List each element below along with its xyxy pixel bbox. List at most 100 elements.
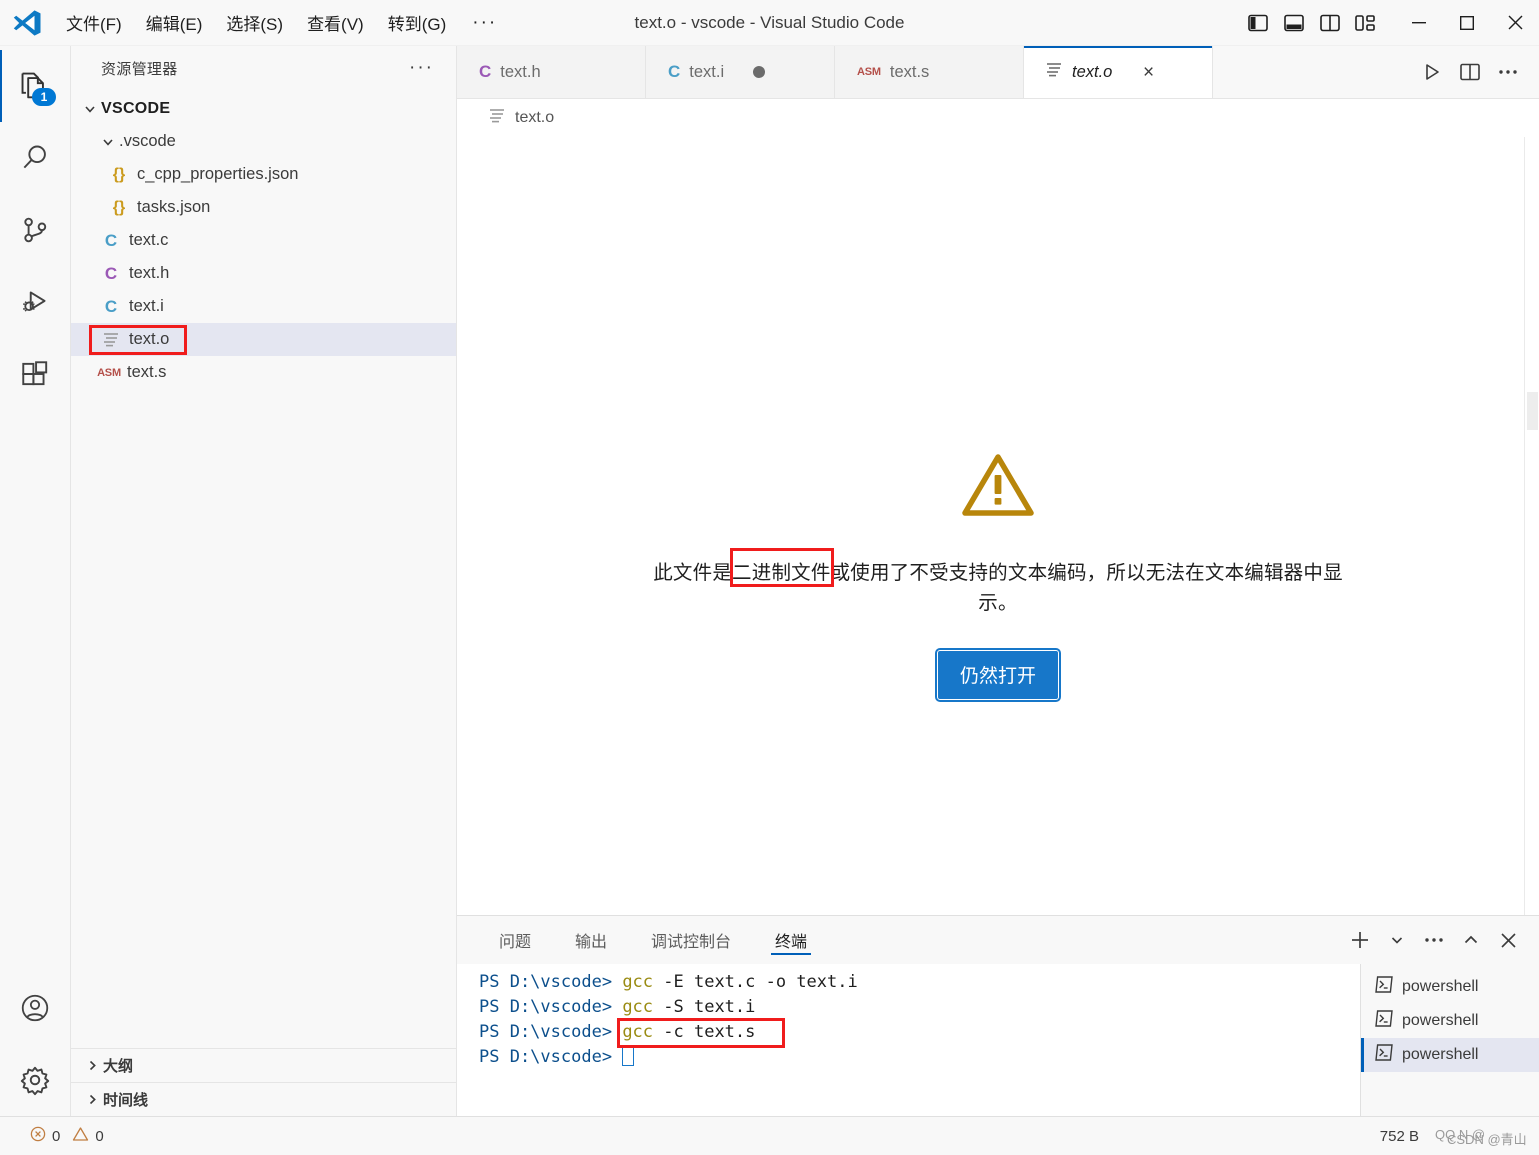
new-terminal-icon[interactable] [1343, 923, 1377, 957]
explorer-sidebar: 资源管理器 ··· VSCODE .vscode {} c_cpp_proper… [71, 46, 457, 1116]
tree-row-c-cpp-properties-json[interactable]: {} c_cpp_properties.json [71, 158, 456, 191]
tab-text-s[interactable]: ASM text.s [835, 46, 1024, 98]
terminal-instance-label: powershell [1402, 1046, 1479, 1063]
activitybar-run-debug[interactable] [0, 266, 70, 338]
layout-controls [1243, 8, 1395, 38]
tab-close-icon[interactable]: × [1137, 63, 1159, 82]
run-code-icon[interactable] [1415, 55, 1449, 89]
toggle-panel-icon[interactable] [1279, 8, 1309, 38]
vscode-window: 文件(F) 编辑(E) 选择(S) 查看(V) 转到(G) ··· text.o… [0, 0, 1539, 1155]
window-minimize-button[interactable] [1395, 0, 1443, 45]
explorer-badge: 1 [32, 88, 56, 106]
panel-tab-terminal[interactable]: 终端 [761, 916, 821, 964]
customize-layout-icon[interactable] [1351, 8, 1381, 38]
explorer-more-actions-icon[interactable]: ··· [401, 57, 442, 79]
status-file-size[interactable]: 752 B [1380, 1128, 1419, 1145]
chevron-down-icon [97, 135, 119, 149]
menu-bar: 文件(F) 编辑(E) 选择(S) 查看(V) 转到(G) ··· [54, 6, 511, 39]
sidebar-section-label: 大纲 [103, 1058, 134, 1075]
activity-bar: 1 [0, 46, 71, 1116]
status-bar-right: 752 B QQ N @ CSDN @青山 [1380, 1124, 1531, 1148]
warning-triangle-icon [72, 1126, 89, 1146]
more-actions-icon[interactable] [1491, 55, 1525, 89]
workbench-body: 1 资源管理器 ··· VSCODE .vscode {} c_cpp_prop… [0, 46, 1539, 1116]
panel-tab-output[interactable]: 输出 [561, 916, 621, 964]
tree-item-label: tasks.json [137, 198, 211, 216]
menu-view[interactable]: 查看(V) [295, 6, 376, 39]
window-maximize-button[interactable] [1443, 0, 1491, 45]
panel-actions [1343, 916, 1539, 964]
maximize-panel-chevron-up-icon[interactable] [1454, 923, 1488, 957]
terminal-icon [1375, 1044, 1393, 1066]
tree-row-text-o[interactable]: text.o [71, 323, 456, 356]
open-anyway-button[interactable]: 仍然打开 [934, 648, 1062, 703]
tree-row-text-s[interactable]: ASM text.s [71, 356, 456, 389]
tab-dirty-indicator[interactable] [753, 66, 766, 78]
breadcrumb-item-text-o[interactable]: text.o [515, 109, 554, 127]
binary-file-notice: 此文件是二进制文件 或使用了不受支持的文本编码，所以无法在文本编辑器中显示。 仍然… [648, 452, 1348, 703]
title-bar: 文件(F) 编辑(E) 选择(S) 查看(V) 转到(G) ··· text.o… [0, 0, 1539, 46]
toggle-primary-sidebar-icon[interactable] [1243, 8, 1273, 38]
explorer-title: 资源管理器 [101, 60, 178, 78]
c-header-file-icon: C [479, 62, 492, 81]
terminal-line: PS D:\vscode> gcc -E text.c -o text.i [479, 970, 1360, 995]
sidebar-section-timeline[interactable]: 时间线 [71, 1083, 456, 1116]
status-problems[interactable]: 0 0 [24, 1123, 110, 1149]
tree-row-vscode-root[interactable]: VSCODE [71, 92, 456, 125]
editor-vertical-scrollbar[interactable] [1524, 137, 1539, 915]
tree-item-label: text.o [129, 330, 170, 348]
terminal-prompt: PS D:\vscode> [479, 1047, 613, 1067]
terminal-profile-chevron-down-icon[interactable] [1380, 923, 1414, 957]
panel-tab-debug-console[interactable]: 调试控制台 [637, 916, 745, 964]
tree-row-text-i[interactable]: C text.i [71, 290, 456, 323]
menu-more-button[interactable]: ··· [458, 10, 511, 36]
toggle-secondary-sidebar-icon[interactable] [1315, 8, 1345, 38]
json-file-icon: {} [112, 165, 126, 183]
c-header-file-icon: C [104, 263, 118, 283]
activitybar-settings[interactable] [0, 1044, 70, 1116]
c-file-icon: C [104, 296, 118, 316]
close-panel-icon[interactable] [1491, 923, 1525, 957]
menu-go[interactable]: 转到(G) [376, 6, 459, 39]
tree-row-text-h[interactable]: C text.h [71, 257, 456, 290]
sidebar-section-outline[interactable]: 大纲 [71, 1049, 456, 1083]
error-count: 0 [52, 1127, 61, 1145]
terminal-line: PS D:\vscode> gcc -c text.s [479, 1020, 1360, 1045]
terminal-line: PS D:\vscode> gcc -S text.i [479, 995, 1360, 1020]
tab-text-h[interactable]: C text.h [457, 46, 646, 98]
terminal-instance-3[interactable]: powershell [1361, 1038, 1539, 1072]
activitybar-source-control[interactable] [0, 194, 70, 266]
activitybar-extensions[interactable] [0, 338, 70, 410]
asm-file-icon: ASM [97, 366, 121, 379]
terminal-icon [1375, 976, 1393, 998]
terminal-command: gcc [622, 1022, 654, 1042]
activitybar-search[interactable] [0, 122, 70, 194]
tab-text-i[interactable]: C text.i [646, 46, 835, 98]
panel-more-actions-icon[interactable] [1417, 923, 1451, 957]
scrollbar-thumb[interactable] [1527, 392, 1538, 430]
sidebar-section-label: 时间线 [103, 1092, 149, 1109]
chevron-down-icon [79, 102, 101, 116]
menu-edit[interactable]: 编辑(E) [134, 6, 215, 39]
tree-row-dot-vscode[interactable]: .vscode [71, 125, 456, 158]
panel-tab-problems[interactable]: 问题 [485, 916, 545, 964]
terminal-output[interactable]: PS D:\vscode> gcc -E text.c -o text.i PS… [457, 964, 1360, 1116]
terminal-args: -S text.i [653, 997, 756, 1017]
watermark-text-b: CSDN @青山 [1447, 1132, 1527, 1147]
activitybar-explorer[interactable]: 1 [0, 50, 70, 122]
menu-file[interactable]: 文件(F) [54, 6, 134, 39]
window-close-button[interactable] [1491, 0, 1539, 45]
terminal-line-current: PS D:\vscode> [479, 1045, 1360, 1070]
terminal-instance-2[interactable]: powershell [1361, 1004, 1539, 1038]
tab-text-o[interactable]: text.o × [1024, 46, 1213, 98]
tree-row-tasks-json[interactable]: {} tasks.json [71, 191, 456, 224]
menu-selection[interactable]: 选择(S) [214, 6, 295, 39]
tree-row-text-c[interactable]: C text.c [71, 224, 456, 257]
split-editor-right-icon[interactable] [1453, 55, 1487, 89]
activitybar-accounts[interactable] [0, 972, 70, 1044]
tree-item-label: VSCODE [101, 99, 171, 117]
terminal-instance-1[interactable]: powershell [1361, 970, 1539, 1004]
terminal-command: gcc [622, 972, 654, 992]
terminal-args: -E text.c -o text.i [653, 972, 858, 992]
tree-item-label: text.i [129, 297, 164, 315]
